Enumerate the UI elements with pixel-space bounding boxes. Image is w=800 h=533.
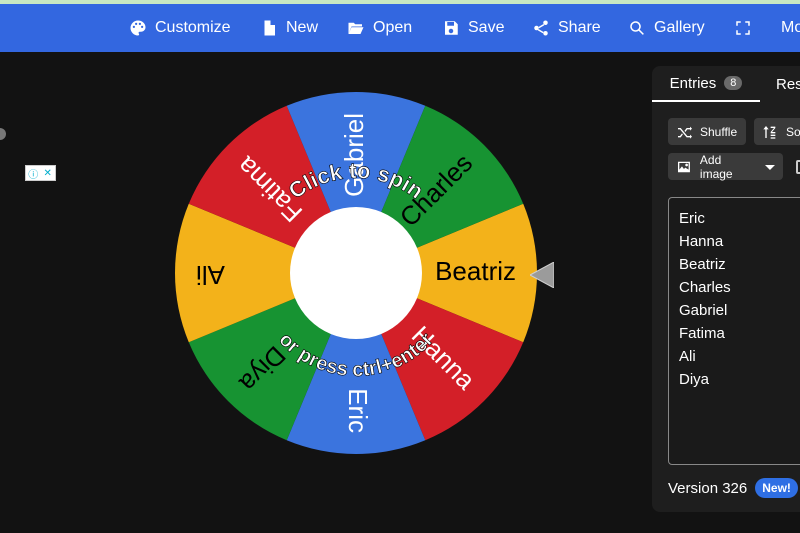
customize-label: Customize xyxy=(155,19,231,36)
entries-textarea[interactable]: Eric Hanna Beatriz Charles Gabriel Fatim… xyxy=(668,197,800,465)
save-label: Save xyxy=(468,19,505,36)
wheel-segment-label: Eric xyxy=(343,388,373,433)
wheel-pointer xyxy=(528,261,555,293)
new-file-icon xyxy=(264,20,275,36)
dropdown-caret-icon xyxy=(765,164,775,170)
wheel-graphic[interactable]: BeatrizHannaEricDiyaAliFatima Gabriel Char… xyxy=(175,92,537,454)
version-label: Version 326 xyxy=(668,479,748,497)
sort-button[interactable]: So xyxy=(754,118,800,145)
new-button[interactable]: New xyxy=(260,4,318,52)
tab-entries-label: Entries xyxy=(669,74,717,92)
new-badge[interactable]: New! xyxy=(755,478,798,498)
entry-item: Beatriz xyxy=(679,256,726,273)
ad-info-icon[interactable]: ⓘ xyxy=(26,166,41,181)
toolbar: Customize New Open Save Share Gallery Mo xyxy=(0,4,800,52)
share-label: Share xyxy=(558,19,601,36)
gallery-button[interactable]: Gallery xyxy=(628,4,705,52)
sort-icon xyxy=(763,125,776,139)
entry-item: Hanna xyxy=(679,233,724,250)
wheel-segment-label: Gabriel xyxy=(339,113,369,197)
wheel-segment-label: Ali xyxy=(196,260,225,290)
fullscreen-icon xyxy=(736,21,750,35)
customize-button[interactable]: Customize xyxy=(129,4,231,52)
wheel-center[interactable] xyxy=(290,207,422,339)
gallery-label: Gallery xyxy=(654,19,705,36)
ad-close-icon[interactable]: ✕ xyxy=(41,166,56,180)
more-button[interactable]: Mo xyxy=(781,4,800,52)
share-button[interactable]: Share xyxy=(532,4,601,52)
entry-item: Fatima xyxy=(679,325,725,342)
ad-choices-badge[interactable]: ⓘ ✕ xyxy=(25,165,56,181)
entry-item: Diya xyxy=(679,371,710,388)
panel-tabs: Entries 8 Res xyxy=(652,66,800,102)
entry-item: Charles xyxy=(679,279,731,296)
entries-count-badge: 8 xyxy=(724,76,743,90)
fullscreen-button[interactable] xyxy=(734,4,752,52)
add-image-label: Add image xyxy=(699,152,733,181)
shuffle-icon xyxy=(678,126,692,139)
open-button[interactable]: Open xyxy=(347,4,412,52)
search-icon xyxy=(630,21,644,35)
tab-results[interactable]: Res xyxy=(776,66,800,102)
save-button[interactable]: Save xyxy=(442,4,504,52)
spin-wheel[interactable]: Beatriz Hanna Eric Diya Ali Fatima Gabriel Char… xyxy=(175,92,537,454)
tab-entries[interactable]: Entries 8 xyxy=(652,66,760,102)
tab-results-label: Res xyxy=(776,75,800,93)
more-label: Mo xyxy=(781,19,800,36)
save-icon xyxy=(445,21,458,35)
pointer-arrow-icon xyxy=(528,261,555,289)
image-icon xyxy=(677,161,690,172)
entry-item: Eric xyxy=(679,210,705,227)
wheel-segment-label: Beatriz xyxy=(435,256,516,286)
sort-label: So xyxy=(786,124,800,139)
shuffle-label: Shuffle xyxy=(700,124,738,139)
share-icon xyxy=(534,20,548,36)
add-image-button[interactable]: Add image xyxy=(668,152,783,181)
shuffle-button[interactable]: Shuffle xyxy=(668,118,746,145)
version-info: Version 326 New! xyxy=(668,478,798,498)
entry-item: Ali xyxy=(679,348,696,365)
open-label: Open xyxy=(373,19,413,36)
advanced-checkbox[interactable] xyxy=(796,160,800,174)
new-label: New xyxy=(286,19,319,36)
folder-open-icon xyxy=(348,22,364,34)
entry-item: Gabriel xyxy=(679,302,728,319)
palette-icon xyxy=(130,20,146,36)
